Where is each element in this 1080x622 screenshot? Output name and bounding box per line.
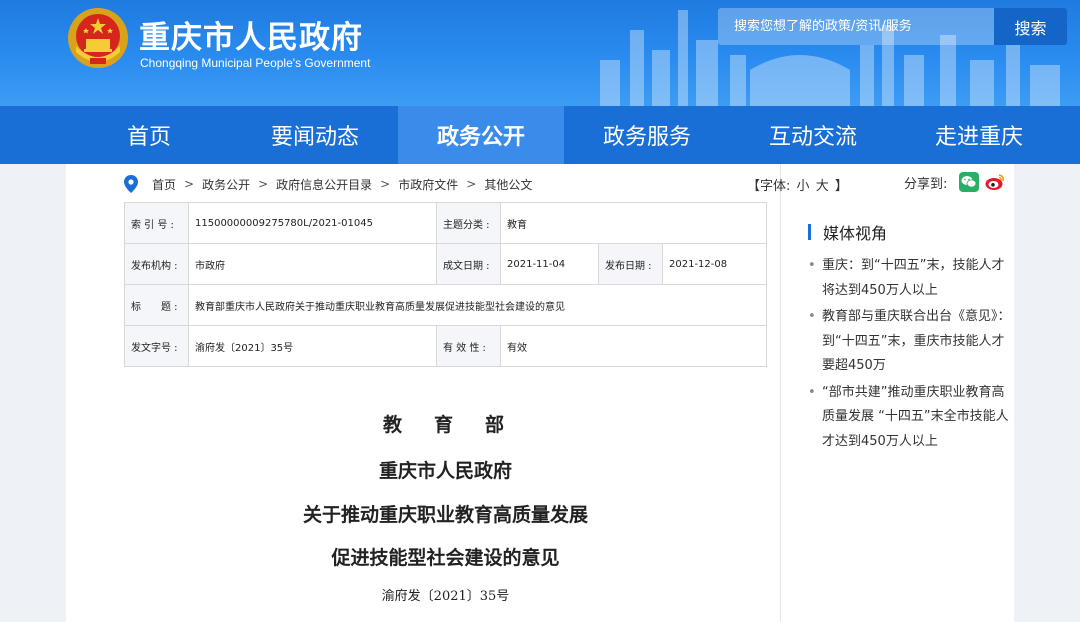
share-bar: 分享到: xyxy=(904,172,1005,192)
list-item[interactable]: 重庆：到“十四五”末，技能人才将达到450万人以上 xyxy=(806,254,1012,303)
font-size-control: 【字体: 小 大 】 xyxy=(746,175,849,194)
org-value: 市政府 xyxy=(188,243,437,285)
search-button[interactable]: 搜索 xyxy=(994,8,1067,45)
location-pin-icon xyxy=(124,175,138,193)
font-size-prefix: 【字体: xyxy=(747,179,791,194)
nav-item-gov-affairs-open[interactable]: 政务公开 xyxy=(398,106,564,164)
table-row: 索 引 号 : 11500000009275780L/2021-01045 主题… xyxy=(124,202,767,244)
nav-item-about-chongqing[interactable]: 走进重庆 xyxy=(896,106,1062,164)
breadcrumb-home[interactable]: 首页 xyxy=(152,176,176,193)
validity-label: 有 效 性 : xyxy=(436,325,501,367)
title-value: 教育部重庆市人民政府关于推动重庆职业教育高质量发展促进技能型社会建设的意见 xyxy=(188,284,767,326)
doc-title-line2: 促进技能型社会建设的意见 xyxy=(331,547,560,569)
site-header: 重庆市人民政府 Chongqing Municipal People's Gov… xyxy=(0,0,1080,106)
title-label: 标 题 : xyxy=(124,284,189,326)
site-subtitle: Chongqing Municipal People's Government xyxy=(140,56,371,70)
topic-value: 教育 xyxy=(500,202,767,244)
nav-item-interaction[interactable]: 互动交流 xyxy=(730,106,896,164)
doc-issuer-government: 重庆市人民政府 xyxy=(378,460,512,482)
doc-issuer-ministry: 教育部 xyxy=(382,414,536,436)
breadcrumb-separator: > xyxy=(258,177,269,191)
search-box xyxy=(718,8,994,45)
wechat-icon[interactable] xyxy=(959,172,980,192)
site-title[interactable]: 重庆市人民政府 xyxy=(139,12,363,57)
breadcrumb-municipal-docs[interactable]: 市政府文件 xyxy=(398,176,458,193)
date-label: 成文日期 : xyxy=(436,243,501,285)
font-size-large-button[interactable]: 大 xyxy=(816,179,829,194)
list-item[interactable]: 教育部与重庆联合出台《意见》：到“十四五”末，重庆市技能人才要超450万 xyxy=(806,305,1012,379)
date-value: 2021-11-04 xyxy=(500,243,599,285)
search-input[interactable] xyxy=(734,19,984,34)
table-row: 发文字号 : 渝府发〔2021〕35号 有 效 性 : 有效 xyxy=(124,325,767,367)
font-size-suffix: 】 xyxy=(834,179,848,194)
doc-number: 渝府发〔2021〕35号 xyxy=(381,589,510,604)
breadcrumb-info-catalog[interactable]: 政府信息公开目录 xyxy=(276,176,372,193)
nav-item-home[interactable]: 首页 xyxy=(66,106,232,164)
doc-number-value: 渝府发〔2021〕35号 xyxy=(188,325,437,367)
breadcrumb-other-docs[interactable]: 其他公文 xyxy=(484,176,532,193)
list-item[interactable]: “部市共建”推动重庆职业教育高质量发展 “十四五”末全市技能人才达到450万人以… xyxy=(806,381,1012,455)
breadcrumb-separator: > xyxy=(380,177,391,191)
breadcrumb-separator: > xyxy=(466,177,477,191)
table-row: 发布机构 : 市政府 成文日期 : 2021-11-04 发布日期 : 2021… xyxy=(124,243,767,285)
nav-item-gov-services[interactable]: 政务服务 xyxy=(564,106,730,164)
font-size-small-button[interactable]: 小 xyxy=(797,179,810,194)
breadcrumb-separator: > xyxy=(184,177,195,191)
pub-date-label: 发布日期 : xyxy=(598,243,663,285)
sidebar-title: 媒体视角 xyxy=(808,220,887,244)
table-row: 标 题 : 教育部重庆市人民政府关于推动重庆职业教育高质量发展促进技能型社会建设… xyxy=(124,284,767,326)
share-label: 分享到: xyxy=(904,176,948,192)
doc-number-label: 发文字号 : xyxy=(124,325,189,367)
national-emblem-logo xyxy=(68,8,128,68)
sidebar-title-text: 媒体视角 xyxy=(823,224,888,243)
main-nav: 首页 要闻动态 政务公开 政务服务 互动交流 走进重庆 xyxy=(0,106,1080,164)
media-news-list: 重庆：到“十四五”末，技能人才将达到450万人以上 教育部与重庆联合出台《意见》… xyxy=(806,254,1012,456)
index-value: 11500000009275780L/2021-01045 xyxy=(188,202,437,244)
weibo-icon[interactable] xyxy=(985,172,1005,192)
sidebar-title-accent xyxy=(808,224,811,240)
org-label: 发布机构 : xyxy=(124,243,189,285)
index-label: 索 引 号 : xyxy=(124,202,189,244)
breadcrumb-gov-affairs-open[interactable]: 政务公开 xyxy=(202,176,250,193)
nav-item-news[interactable]: 要闻动态 xyxy=(232,106,398,164)
pub-date-value: 2021-12-08 xyxy=(662,243,767,285)
topic-label: 主题分类 : xyxy=(436,202,501,244)
breadcrumb: 首页 > 政务公开 > 政府信息公开目录 > 市政府文件 > 其他公文 xyxy=(124,173,532,195)
doc-title-line1: 关于推动重庆职业教育高质量发展 xyxy=(302,504,588,526)
validity-value: 有效 xyxy=(500,325,767,367)
document-info-table: 索 引 号 : 11500000009275780L/2021-01045 主题… xyxy=(124,202,767,367)
